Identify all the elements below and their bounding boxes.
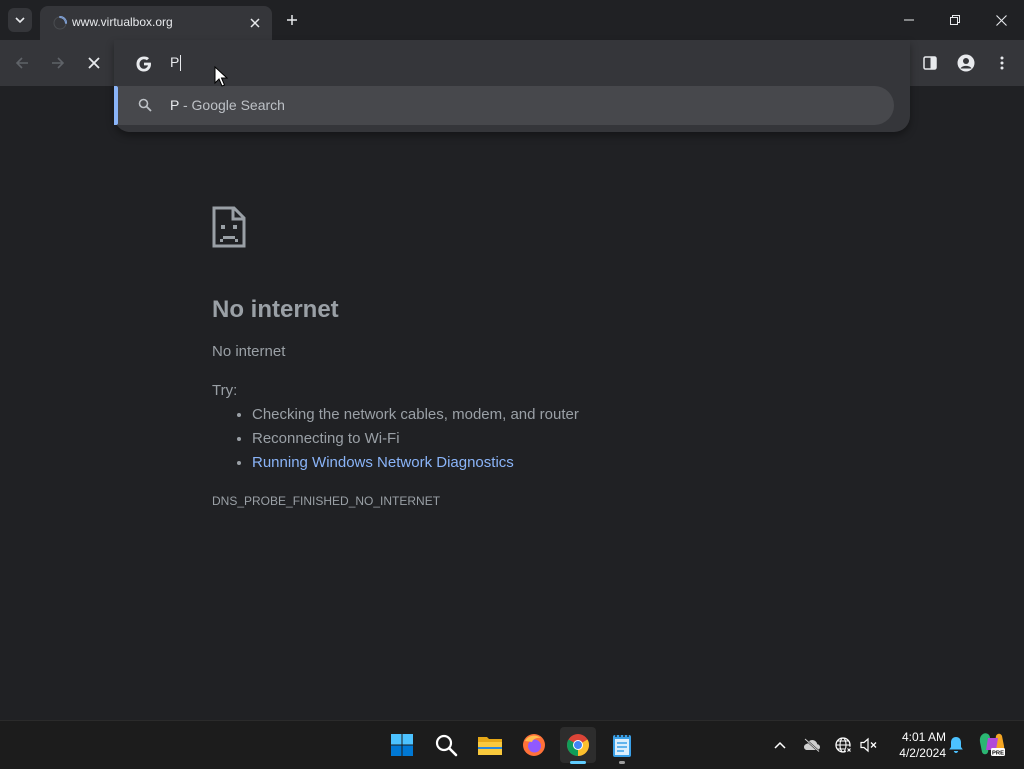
text-caret [180,55,182,72]
file-explorer-icon [478,737,502,755]
globe-no-internet-icon [835,737,853,754]
list-item: Reconnecting to Wi-Fi [252,430,579,454]
clock-date: 4/2/2024 [899,746,946,760]
suggestion-query: P [170,97,180,113]
file-explorer-button[interactable] [472,727,508,763]
bell-icon [949,737,963,753]
suggestions-list: Checking the network cables, modem, and … [212,406,579,478]
suggestion-suffix: - Google Search [179,97,285,113]
profile-button[interactable] [952,49,980,77]
tab-strip: www.virtualbox.org [0,0,1024,40]
loading-spinner-icon [53,16,67,30]
restore-button[interactable] [932,0,978,40]
person-icon [957,54,975,72]
side-panel-icon [923,56,937,70]
chrome-icon [567,734,589,756]
restore-icon [950,15,960,25]
volume-tray-button[interactable] [858,733,880,757]
notepad-icon [613,733,631,757]
mouse-cursor-icon [214,66,228,87]
more-vertical-icon [1000,56,1004,70]
firefox-button[interactable] [516,727,552,763]
try-label: Try: [212,382,238,399]
chevron-up-icon [774,741,786,749]
error-subtitle: No internet [212,343,286,360]
sad-document-icon [212,206,246,248]
list-item: Checking the network cables, modem, and … [252,406,579,430]
onedrive-tray-button[interactable] [801,733,823,757]
minimize-icon [904,19,914,21]
suggestion-text: P - Google Search [170,97,285,113]
running-app-indicator [619,761,625,764]
selection-indicator [114,86,118,125]
show-hidden-icons-button[interactable] [769,733,791,757]
forward-button[interactable] [44,49,72,77]
tab-search-button[interactable] [8,8,32,32]
error-title: No internet [212,296,339,323]
taskbar: 4:01 AM 4/2/2024 PRE [0,720,1024,769]
start-icon [391,734,413,756]
chevron-down-icon [15,17,25,24]
chrome-button[interactable] [560,727,596,764]
network-tray-button[interactable] [833,733,855,757]
system-clock[interactable]: 4:01 AM 4/2/2024 [888,729,946,761]
error-code: DNS_PROBE_FINISHED_NO_INTERNET [212,494,441,508]
back-button[interactable] [8,49,36,77]
speaker-muted-icon [860,737,877,753]
suggestion-google-search[interactable]: P - Google Search [114,86,894,125]
search-icon [138,98,152,112]
close-icon [88,57,100,69]
address-bar-text: P [170,54,180,70]
stop-loading-button[interactable] [80,49,108,77]
close-window-button[interactable] [978,0,1024,40]
list-item: Running Windows Network Diagnostics [252,454,579,478]
menu-button[interactable] [988,49,1016,77]
close-icon [995,14,1007,26]
network-diagnostics-link[interactable]: Running Windows Network Diagnostics [252,454,514,471]
new-tab-button[interactable] [280,8,304,32]
tab-virtualbox[interactable]: www.virtualbox.org [40,6,272,40]
copilot-button[interactable]: PRE [978,729,1006,759]
notepad-button[interactable] [604,727,640,764]
tab-title: www.virtualbox.org [72,15,173,29]
taskbar-search-button[interactable] [428,727,464,763]
notifications-button[interactable] [945,733,967,757]
svg-text:PRE: PRE [992,750,1004,756]
address-bar-input[interactable]: P [170,54,182,72]
plus-icon [287,15,297,25]
clock-time: 4:01 AM [901,730,946,744]
copilot-pre-icon: PRE [979,733,1005,756]
arrow-right-icon [52,57,65,69]
side-panel-button[interactable] [916,49,944,77]
close-icon [250,18,260,28]
tab-close-button[interactable] [246,14,264,32]
start-button[interactable] [384,727,420,763]
arrow-left-icon [15,57,28,69]
active-app-indicator [570,761,586,764]
cloud-offline-icon [804,738,820,752]
minimize-button[interactable] [886,0,932,40]
search-icon [435,734,458,757]
omnibox-dropdown: P P - Google Search [114,40,910,132]
google-icon [136,56,151,72]
firefox-icon [523,734,545,756]
